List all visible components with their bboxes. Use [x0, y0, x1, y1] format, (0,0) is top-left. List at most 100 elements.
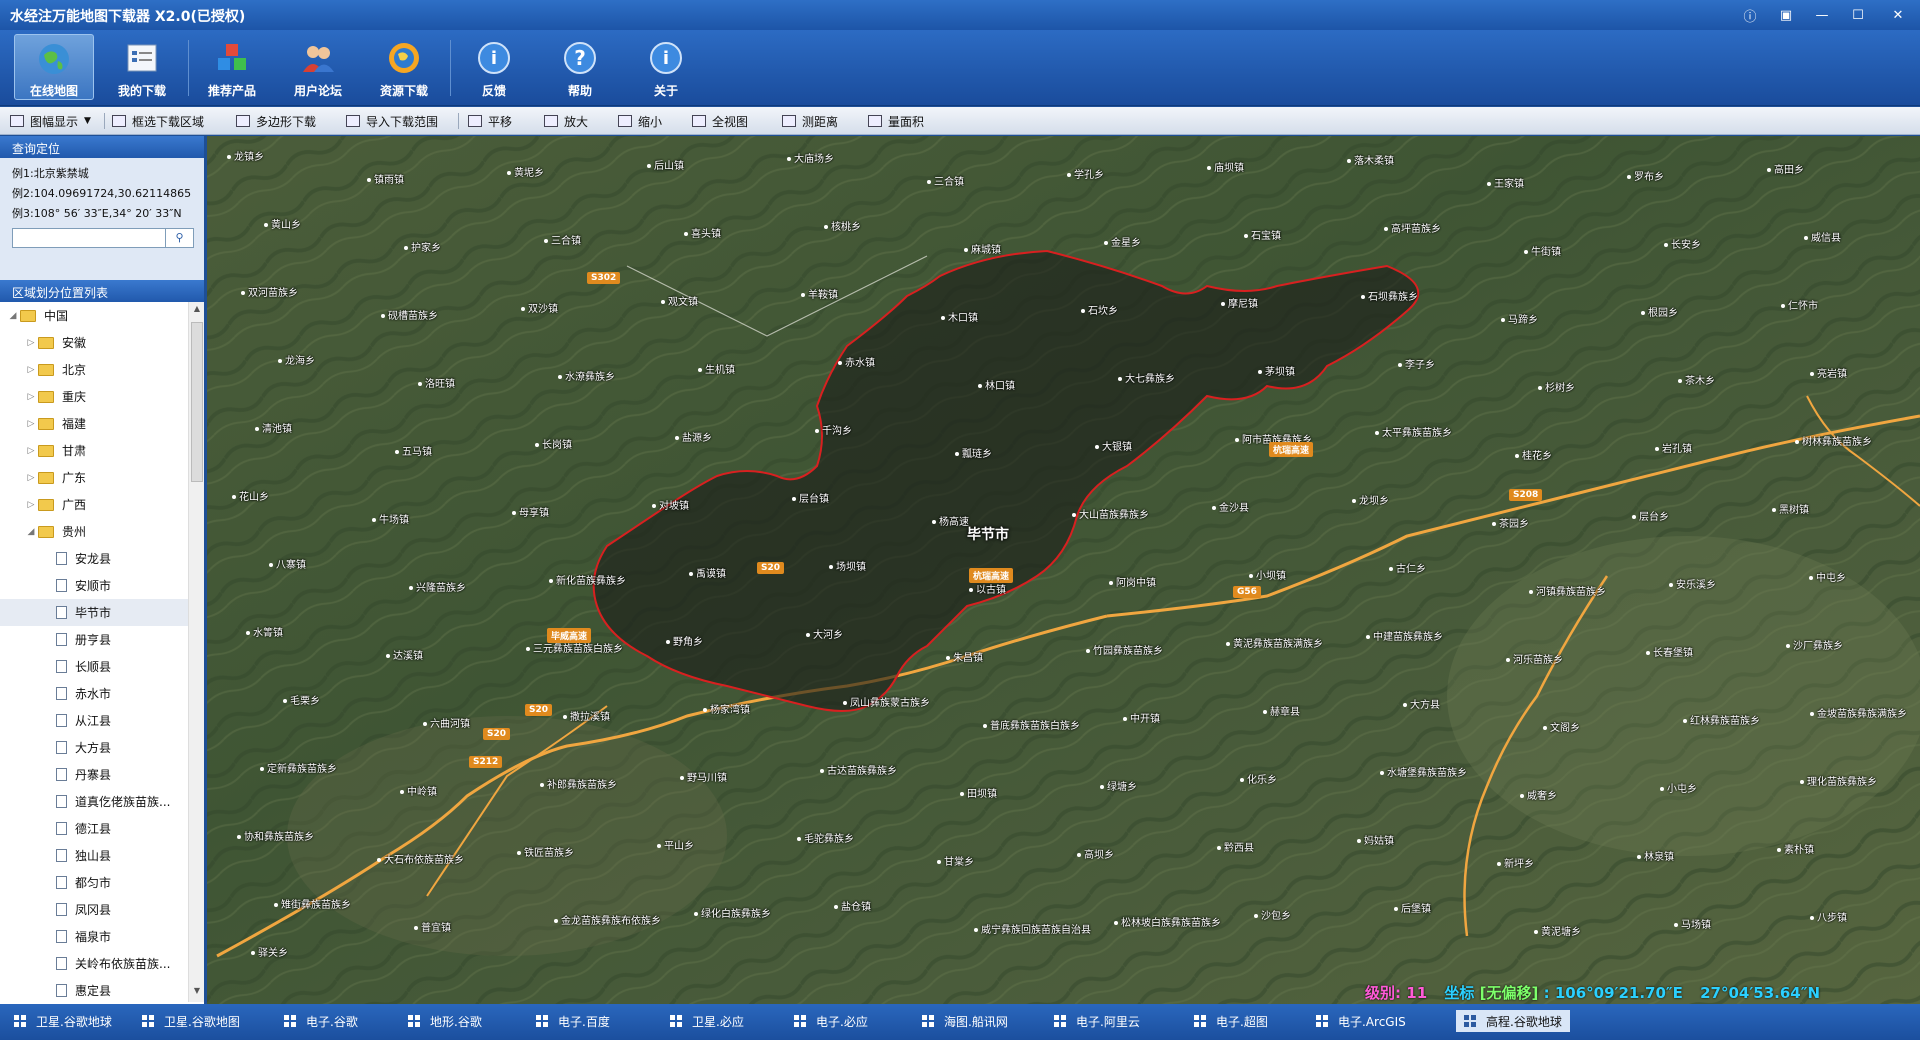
minimize-button[interactable]: —: [1804, 0, 1840, 30]
tile-display-button[interactable]: 图幅显示 ▼: [10, 112, 91, 130]
tree-leaf-item[interactable]: 凤冈县: [0, 896, 188, 923]
map-canvas[interactable]: 龙镇乡 镇雨镇 黄坭乡 后山镇 大庙场乡 三合镇 学孔乡 庙坝镇 落木柔镇 王家镇 罗布乡 高田乡 黄山…: [207, 136, 1920, 1004]
map-town-label: 岩孔镇: [1655, 440, 1692, 455]
document-icon: [56, 714, 67, 727]
tree-folder-item[interactable]: ◢ 中国: [0, 302, 188, 329]
map-source-tab[interactable]: 电子.ArcGIS: [1316, 1010, 1406, 1032]
tree-folder-item[interactable]: ▷ 重庆: [0, 383, 188, 410]
close-button[interactable]: ✕: [1876, 0, 1920, 30]
tree-leaf-item[interactable]: 安龙县: [0, 545, 188, 572]
resource-download-button[interactable]: 资源下载: [364, 34, 444, 100]
map-town-label: 石宝镇: [1244, 227, 1281, 242]
map-source-tab[interactable]: 电子.百度: [536, 1010, 610, 1032]
tree-leaf-item[interactable]: 道真仡佬族苗族...: [0, 788, 188, 815]
document-icon: [56, 579, 67, 592]
query-example-3: 例3:108° 56′ 33″E,34° 20′ 33″N: [12, 207, 182, 220]
map-town-label: 石坎乡: [1081, 302, 1118, 317]
expand-arrow-icon[interactable]: ◢: [24, 527, 38, 537]
collapse-arrow-icon[interactable]: ▷: [24, 446, 38, 456]
collapse-arrow-icon[interactable]: ▷: [24, 473, 38, 483]
scroll-thumb[interactable]: [191, 322, 203, 482]
map-source-tab[interactable]: 电子.谷歌: [284, 1010, 358, 1032]
map-town-label: 竹园彝族苗族乡: [1086, 642, 1163, 657]
help-button[interactable]: ? 帮助: [540, 34, 620, 100]
map-town-label: 层台乡: [1632, 508, 1669, 523]
user-forum-button[interactable]: 用户论坛: [278, 34, 358, 100]
feedback-button[interactable]: i 反馈: [454, 34, 534, 100]
map-town-label: 马蹄乡: [1501, 311, 1538, 326]
app-title: 水经注万能地图下载器 X2.0(已授权): [10, 9, 246, 25]
tree-leaf-item[interactable]: 册亨县: [0, 626, 188, 653]
tree-item-label: 都匀市: [75, 876, 112, 890]
pan-button[interactable]: 平移: [468, 112, 512, 130]
map-town-label: 阿岗中镇: [1109, 574, 1156, 589]
tree-folder-item[interactable]: ▷ 广西: [0, 491, 188, 518]
document-icon: [56, 687, 67, 700]
collapse-arrow-icon[interactable]: ▷: [24, 392, 38, 402]
tree-leaf-item[interactable]: 赤水市: [0, 680, 188, 707]
map-source-tab-label: 电子.百度: [558, 1014, 610, 1029]
tree-folder-item[interactable]: ▷ 北京: [0, 356, 188, 383]
map-source-tab[interactable]: 电子.阿里云: [1054, 1010, 1140, 1032]
expand-arrow-icon[interactable]: ◢: [6, 311, 20, 321]
tree-leaf-item[interactable]: 大方县: [0, 734, 188, 761]
recommended-products-button[interactable]: 推荐产品: [192, 34, 272, 100]
map-source-tab[interactable]: 卫星.必应: [670, 1010, 744, 1032]
box-select-download-button[interactable]: 框选下载区域: [112, 112, 204, 130]
zoom-in-button[interactable]: 放大: [544, 112, 588, 130]
import-range-button[interactable]: 导入下载范围: [346, 112, 438, 130]
map-source-tab[interactable]: 卫星.谷歌地球: [14, 1010, 112, 1032]
tree-item-label: 从江县: [75, 714, 112, 728]
tree-leaf-item[interactable]: 德江县: [0, 815, 188, 842]
tree-leaf-item[interactable]: 安顺市: [0, 572, 188, 599]
tree-leaf-item[interactable]: 都匀市: [0, 869, 188, 896]
collapse-arrow-icon[interactable]: ▷: [24, 500, 38, 510]
map-source-tab[interactable]: 海图.船讯网: [922, 1010, 1008, 1032]
map-town-label: 定新彝族苗族乡: [260, 760, 337, 775]
tree-folder-item[interactable]: ▷ 甘肃: [0, 437, 188, 464]
restore-icon[interactable]: ▣: [1768, 0, 1804, 30]
tree-leaf-item[interactable]: 毕节市: [0, 599, 188, 626]
collapse-arrow-icon[interactable]: ▷: [24, 365, 38, 375]
map-source-tab[interactable]: 地形.谷歌: [408, 1010, 482, 1032]
tree-folder-item[interactable]: ◢ 贵州: [0, 518, 188, 545]
search-input[interactable]: ⚲: [12, 228, 194, 248]
zoom-out-button[interactable]: 缩小: [618, 112, 662, 130]
map-source-tab[interactable]: 电子.超图: [1194, 1010, 1268, 1032]
map-town-label: 杉树乡: [1538, 379, 1575, 394]
scroll-down-icon[interactable]: ▼: [191, 986, 203, 1000]
polygon-download-button[interactable]: 多边形下载: [236, 112, 316, 130]
map-source-tab[interactable]: 电子.必应: [794, 1010, 868, 1032]
full-view-button[interactable]: 全视图: [692, 112, 748, 130]
tree-leaf-item[interactable]: 从江县: [0, 707, 188, 734]
tree-scrollbar[interactable]: ▲ ▼: [188, 302, 204, 1002]
online-map-button[interactable]: 在线地图: [14, 34, 94, 100]
tree-folder-item[interactable]: ▷ 福建: [0, 410, 188, 437]
maximize-button[interactable]: ☐: [1840, 0, 1876, 30]
tree-leaf-item[interactable]: 长顺县: [0, 653, 188, 680]
scroll-up-icon[interactable]: ▲: [191, 304, 203, 318]
tree-leaf-item[interactable]: 关岭布依族苗族...: [0, 950, 188, 977]
map-source-tab[interactable]: 卫星.谷歌地图: [142, 1010, 240, 1032]
my-downloads-button[interactable]: 我的下载: [102, 34, 182, 100]
tree-folder-item[interactable]: ▷ 安徽: [0, 329, 188, 356]
tree-leaf-item[interactable]: 独山县: [0, 842, 188, 869]
tree-item-label: 中国: [44, 309, 69, 323]
map-source-tab-label: 卫星.谷歌地图: [164, 1014, 240, 1029]
tree-leaf-item[interactable]: 丹寨县: [0, 761, 188, 788]
map-source-tab[interactable]: 高程.谷歌地球: [1456, 1010, 1570, 1032]
tree-folder-item[interactable]: ▷ 广东: [0, 464, 188, 491]
measure-area-button[interactable]: 量面积: [868, 112, 924, 130]
map-town-label: 龙镇乡: [227, 148, 264, 163]
measure-distance-button[interactable]: 测距离: [782, 112, 838, 130]
search-button[interactable]: ⚲: [165, 229, 193, 247]
tree-leaf-item[interactable]: 惠定县: [0, 977, 188, 1002]
road-shield-label: S20: [525, 704, 553, 716]
collapse-arrow-icon[interactable]: ▷: [24, 419, 38, 429]
tree-leaf-item[interactable]: 福泉市: [0, 923, 188, 950]
zoom-in-icon: [544, 115, 558, 127]
info-icon[interactable]: ⓘ: [1732, 0, 1768, 30]
map-town-label: 八寨镇: [269, 556, 306, 571]
about-button[interactable]: i 关于: [626, 34, 706, 100]
collapse-arrow-icon[interactable]: ▷: [24, 338, 38, 348]
